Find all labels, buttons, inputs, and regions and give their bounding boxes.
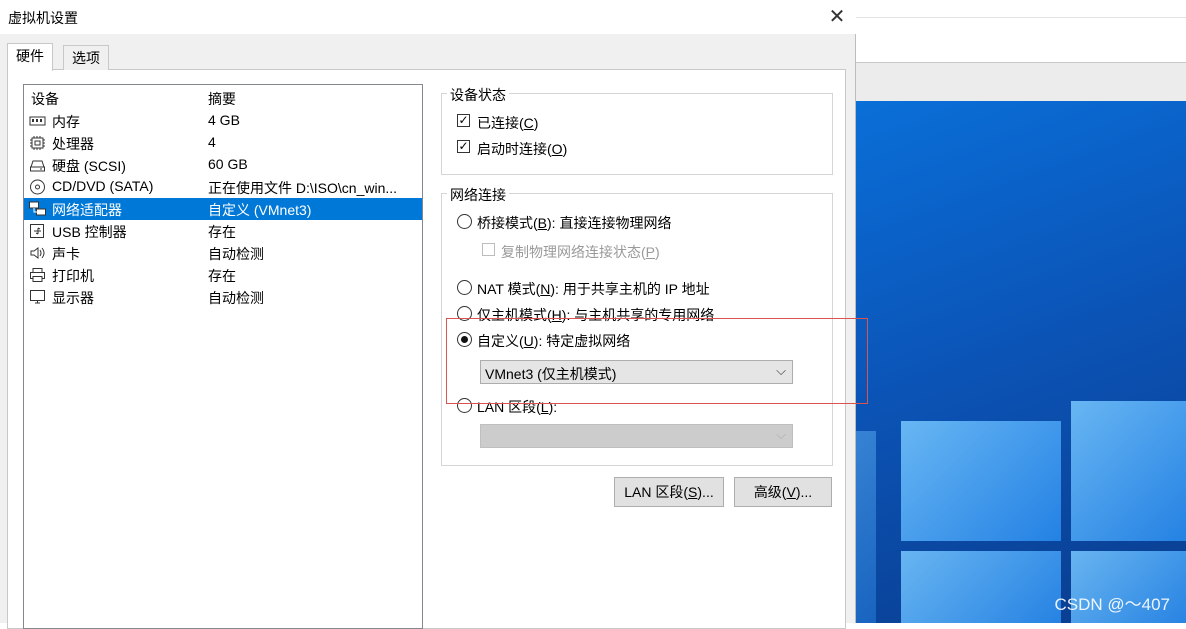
device-summary: 60 GB: [208, 156, 248, 172]
device-row-hard-disk[interactable]: 硬盘 (SCSI) 60 GB: [24, 154, 422, 176]
connect-on-start-checkbox[interactable]: ✓: [457, 140, 470, 153]
column-header-summary[interactable]: 摘要: [208, 89, 236, 109]
connected-label[interactable]: 已连接(C): [477, 113, 538, 133]
background-toolbar: [856, 63, 1186, 101]
device-name: CD/DVD (SATA): [52, 178, 154, 194]
desktop-wallpaper: CSDN @～407: [856, 101, 1186, 623]
replicate-state-checkbox[interactable]: [482, 243, 495, 256]
window-title: 虚拟机设置: [8, 10, 78, 26]
device-name: 硬盘 (SCSI): [52, 158, 126, 174]
device-status-group: [441, 93, 833, 175]
device-name: 声卡: [52, 246, 80, 262]
lan-segment-select[interactable]: ⌵: [480, 424, 793, 448]
cpu-icon: [30, 136, 45, 150]
close-button[interactable]: ✕: [820, 2, 854, 32]
tab-hardware[interactable]: 硬件: [7, 43, 53, 71]
device-summary: 4: [208, 134, 216, 150]
bridged-label[interactable]: 桥接模式(B): 直接连接物理网络: [477, 213, 671, 233]
device-row-memory[interactable]: 内存 4 GB: [24, 110, 422, 132]
device-summary: 存在: [208, 224, 236, 240]
network-adapter-icon: [29, 201, 46, 216]
column-header-device[interactable]: 设备: [31, 89, 59, 109]
watermark: CSDN @～407: [1054, 595, 1170, 614]
hard-disk-icon: [30, 160, 45, 172]
device-name: 显示器: [52, 290, 94, 306]
device-summary: 正在使用文件 D:\ISO\cn_win...: [208, 180, 398, 196]
tab-options[interactable]: 选项: [63, 45, 109, 70]
replicate-state-label: 复制物理网络连接状态(P): [501, 244, 660, 260]
device-row-cpu[interactable]: 处理器 4: [24, 132, 422, 154]
device-row-cd-dvd[interactable]: CD/DVD (SATA) 正在使用文件 D:\ISO\cn_win...: [24, 176, 422, 198]
device-row-usb[interactable]: USB 控制器 存在: [24, 220, 422, 242]
monitor-icon: [30, 290, 45, 304]
device-name: 处理器: [52, 136, 94, 152]
annotation-highlight-box: [446, 318, 868, 404]
title-bar: [0, 0, 856, 34]
device-status-title: 设备状态: [447, 85, 509, 105]
connected-checkbox[interactable]: ✓: [457, 114, 470, 127]
device-name: USB 控制器: [52, 224, 127, 240]
advanced-button[interactable]: 高级(V)...: [734, 477, 832, 507]
device-row-printer[interactable]: 打印机 存在: [24, 264, 422, 286]
device-summary: 存在: [208, 268, 236, 284]
nat-label[interactable]: NAT 模式(N): 用于共享主机的 IP 地址: [477, 279, 710, 299]
lan-segments-button[interactable]: LAN 区段(S)...: [614, 477, 724, 507]
memory-icon: [29, 116, 46, 126]
device-summary: 4 GB: [208, 112, 240, 128]
cd-dvd-icon: [30, 179, 45, 195]
printer-icon: [30, 268, 45, 282]
bridged-radio[interactable]: [457, 214, 472, 229]
device-summary: 自定义 (VMnet3): [208, 202, 312, 218]
device-row-network-adapter[interactable]: 网络适配器 自定义 (VMnet3): [24, 198, 422, 220]
device-name: 网络适配器: [52, 202, 122, 218]
usb-icon: [30, 224, 44, 238]
network-connection-title: 网络连接: [447, 185, 509, 205]
nat-radio[interactable]: [457, 280, 472, 295]
device-row-sound-card[interactable]: 声卡 自动检测: [24, 242, 422, 264]
device-row-display[interactable]: 显示器 自动检测: [24, 286, 422, 308]
speaker-icon: [30, 247, 45, 259]
device-summary: 自动检测: [208, 246, 264, 262]
device-name: 内存: [52, 114, 80, 130]
device-name: 打印机: [52, 268, 94, 284]
chevron-down-icon: ⌵: [776, 427, 786, 442]
device-summary: 自动检测: [208, 290, 264, 306]
background-divider: [856, 17, 1186, 18]
connect-on-start-label[interactable]: 启动时连接(O): [477, 139, 567, 159]
